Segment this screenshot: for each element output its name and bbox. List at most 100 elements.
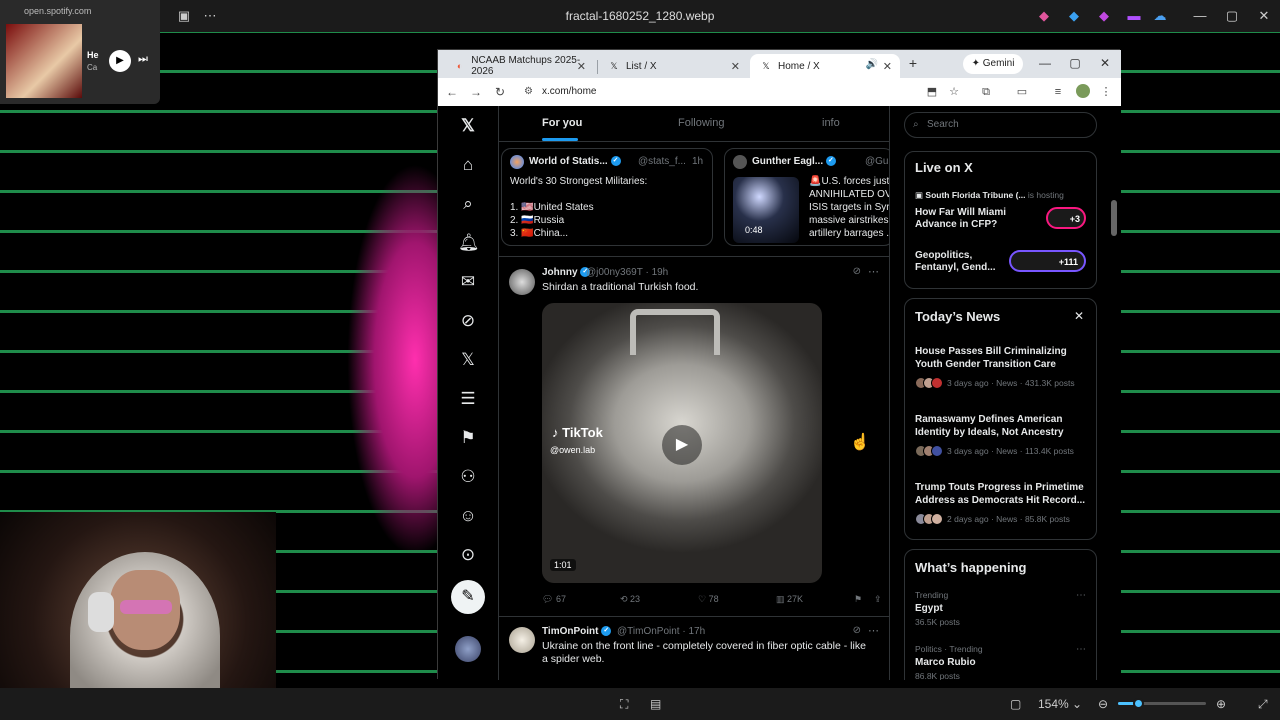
grok-icon[interactable]: ⊘ bbox=[853, 266, 861, 277]
live-host[interactable]: ▣ South Florida Tribune (... is hosting bbox=[915, 190, 1064, 201]
minimize-icon[interactable]: — bbox=[1038, 56, 1052, 70]
maximize-icon[interactable]: ▢ bbox=[1224, 8, 1240, 24]
split-view-icon[interactable]: ▭ bbox=[1014, 84, 1030, 100]
news-item-title[interactable]: House Passes Bill Criminalizing Youth Ge… bbox=[915, 345, 1090, 371]
more-icon[interactable]: ⋯ bbox=[868, 265, 879, 278]
bookmark-icon[interactable]: ⚑ bbox=[854, 594, 862, 605]
site-info-icon[interactable]: ⚙ bbox=[524, 81, 533, 103]
profile-icon[interactable]: ☺ bbox=[458, 506, 478, 526]
repost-button[interactable]: ⟲ 23 bbox=[620, 594, 640, 605]
close-icon[interactable]: ✕ bbox=[1098, 56, 1112, 70]
share-icon[interactable]: ⇪ bbox=[874, 594, 882, 605]
reply-button[interactable]: 💬︎ 67 bbox=[542, 594, 566, 605]
tab-ncaab[interactable]: ◐ NCAAB Matchups 2025-2026 ✕ bbox=[444, 54, 594, 78]
close-icon[interactable]: ✕ bbox=[1256, 8, 1272, 24]
tiktok-handle: @owen.lab bbox=[550, 445, 596, 455]
forward-icon[interactable]: → bbox=[468, 84, 484, 100]
bookmarks-icon[interactable]: ⚑ bbox=[458, 428, 478, 448]
back-icon[interactable]: ← bbox=[444, 84, 460, 100]
premium-icon[interactable]: 𝕏 bbox=[458, 350, 478, 370]
news-item-title[interactable]: Trump Touts Progress in Primetime Addres… bbox=[915, 481, 1090, 507]
maximize-icon[interactable]: ▢ bbox=[1068, 56, 1082, 70]
post[interactable]: Johnny ✓ @j00ny369T · 19h ⊘ ⋯ Shirdan a … bbox=[499, 256, 889, 616]
play-icon[interactable]: ▶ bbox=[662, 425, 702, 465]
news-item-title[interactable]: Ramaswamy Defines American Identity by I… bbox=[915, 413, 1090, 439]
x-logo-icon[interactable]: 𝕏 bbox=[458, 116, 478, 136]
more-icon[interactable]: ⋯ bbox=[1076, 590, 1086, 601]
live-listeners[interactable]: +3 bbox=[1046, 207, 1086, 229]
communities-icon[interactable]: ⚇ bbox=[458, 467, 478, 487]
post-author-name[interactable]: TimOnPoint ✓ bbox=[542, 626, 612, 637]
address-bar[interactable]: ⚙ x.com/home bbox=[518, 81, 948, 103]
tab-following[interactable]: Following bbox=[678, 117, 724, 129]
extensions-icon[interactable]: ⧉ bbox=[978, 84, 994, 100]
close-tab-icon[interactable]: ✕ bbox=[883, 60, 892, 73]
trend-name[interactable]: Egypt bbox=[915, 603, 943, 614]
more-icon[interactable]: ⋯ bbox=[868, 624, 879, 637]
chevron-down-icon[interactable]: ⌄ bbox=[1072, 696, 1082, 712]
post[interactable]: TimOnPoint ✓ @TimOnPoint · 17h ⊘ ⋯ Ukrai… bbox=[499, 616, 889, 680]
close-tab-icon[interactable]: ✕ bbox=[577, 60, 586, 73]
clipchamp-icon[interactable]: ◆ bbox=[1096, 8, 1112, 24]
more-icon[interactable]: ⋯ bbox=[1076, 644, 1086, 655]
rotate-icon[interactable]: ▤ bbox=[650, 696, 661, 712]
zoom-slider-thumb[interactable] bbox=[1133, 698, 1144, 709]
designer-icon[interactable]: ▬ bbox=[1126, 8, 1142, 24]
tab-list-x[interactable]: 𝕏 List / X ✕ bbox=[598, 54, 748, 78]
zoom-out-icon[interactable]: ⊖ bbox=[1098, 696, 1108, 712]
avatar[interactable] bbox=[509, 269, 535, 295]
minimize-icon[interactable]: — bbox=[1192, 8, 1208, 24]
new-tab-icon[interactable]: + bbox=[906, 55, 920, 71]
zoom-in-icon[interactable]: ⊕ bbox=[1216, 696, 1226, 712]
quoted-post-card[interactable]: World of Statis... ✓ @stats_f... 1h Worl… bbox=[501, 148, 713, 246]
next-track-icon[interactable]: ⏭ bbox=[138, 53, 148, 66]
grok-icon[interactable]: ⊘ bbox=[853, 625, 861, 636]
post-video[interactable]: ♪ TikTok @owen.lab ▶ 1:01 bbox=[542, 303, 822, 583]
post-author-name[interactable]: Johnny ✓ bbox=[542, 267, 591, 278]
close-icon[interactable]: ✕ bbox=[1074, 309, 1084, 323]
home-icon[interactable]: ⌂ bbox=[458, 155, 478, 175]
profile-avatar[interactable] bbox=[1076, 84, 1090, 98]
news-item-meta: 2 days ago · News · 85.8K posts bbox=[947, 514, 1070, 524]
bookmark-star-icon[interactable]: ☆ bbox=[946, 84, 962, 100]
zoom-level[interactable]: 154% bbox=[1038, 696, 1069, 712]
grok-icon[interactable]: ⊘ bbox=[458, 311, 478, 331]
trend-name[interactable]: Marco Rubio bbox=[915, 657, 976, 668]
lists-icon[interactable]: ☰ bbox=[458, 389, 478, 409]
avatar[interactable] bbox=[455, 636, 481, 662]
notifications-icon[interactable]: 🔔︎ bbox=[458, 233, 480, 253]
live-space-title[interactable]: Geopolitics, Fentanyl, Gend... bbox=[915, 250, 1015, 274]
card-video-thumbnail: 0:48 bbox=[733, 177, 799, 243]
play-button[interactable]: ▶ bbox=[109, 50, 131, 72]
post-author-handle: @TimOnPoint · 17h bbox=[617, 626, 706, 637]
search-input[interactable]: ⌕ Search bbox=[904, 112, 1097, 138]
onedrive-icon[interactable]: ☁ bbox=[1152, 8, 1168, 24]
quoted-post-card[interactable]: Gunther Eagl... ✓ @GuntherE 0:48 🚨U.S. f… bbox=[724, 148, 889, 246]
tab-info[interactable]: info bbox=[822, 117, 840, 129]
post-button[interactable]: ✎ bbox=[451, 580, 485, 614]
card-author-handle: @stats_f... bbox=[638, 156, 686, 167]
messages-icon[interactable]: ✉ bbox=[458, 272, 478, 292]
fullscreen-icon[interactable]: ⤢ bbox=[1258, 696, 1268, 712]
menu-icon[interactable]: ⋮ bbox=[1098, 84, 1114, 100]
reload-icon[interactable]: ↻ bbox=[492, 84, 508, 100]
copilot-icon[interactable]: ◆ bbox=[1036, 8, 1052, 24]
like-button[interactable]: ♡ 78 bbox=[698, 594, 719, 605]
more-icon[interactable]: ⊙ bbox=[458, 545, 478, 565]
close-tab-icon[interactable]: ✕ bbox=[731, 60, 740, 73]
speaker-icon[interactable]: 🔊 bbox=[866, 59, 878, 70]
live-listeners[interactable]: +111 bbox=[1009, 250, 1086, 272]
edit-icon[interactable]: ◆ bbox=[1066, 8, 1082, 24]
install-icon[interactable]: ⬒ bbox=[924, 84, 940, 100]
gemini-button[interactable]: ✦ Gemini bbox=[963, 54, 1023, 74]
media-controls-icon[interactable]: ≡ bbox=[1050, 84, 1066, 100]
scrollbar[interactable] bbox=[1111, 200, 1117, 236]
fit-icon[interactable]: ⛶ bbox=[620, 696, 628, 712]
actual-size-icon[interactable]: ▢ bbox=[1010, 696, 1021, 712]
tab-for-you[interactable]: For you bbox=[542, 117, 582, 129]
tab-home-x[interactable]: 𝕏 Home / X 🔊 ✕ bbox=[750, 54, 900, 78]
live-space-title[interactable]: How Far Will Miami Advance in CFP? bbox=[915, 207, 1015, 231]
search-icon[interactable]: ⌕ bbox=[458, 194, 478, 214]
avatar[interactable] bbox=[509, 627, 535, 653]
views-button[interactable]: ▥ 27K bbox=[776, 594, 803, 605]
